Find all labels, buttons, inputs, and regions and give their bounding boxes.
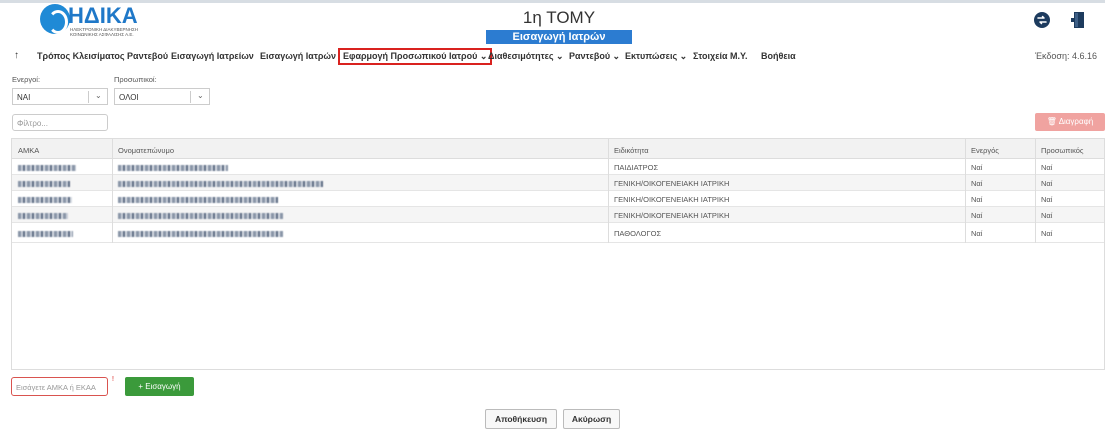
redacted-name xyxy=(118,213,283,220)
cancel-button[interactable]: Ακύρωση xyxy=(563,409,620,429)
cell-active: Ναί xyxy=(971,163,983,172)
active-select-value: ΝΑΙ xyxy=(17,93,31,102)
nav-item-prints[interactable]: Εκτυπώσεις ⌄ xyxy=(625,51,687,62)
nav-item-personal-doctor[interactable]: Εφαρμογή Προσωπικού Ιατρού ⌄ xyxy=(338,48,493,65)
nav-item-clinics[interactable]: Εισαγωγή Ιατρείων xyxy=(171,51,254,62)
table-row[interactable]: ΓΕΝΙΚΗ/ΟΙΚΟΓΕΝΕΙΑΚΗ ΙΑΤΡΙΚΗ Ναί Ναί xyxy=(12,175,1104,191)
personal-filter-label: Προσωπικοί: xyxy=(114,75,157,84)
cell-personal: Ναί xyxy=(1041,163,1053,172)
cell-personal: Ναί xyxy=(1041,179,1053,188)
cell-specialty: ΠΑΙΔΙΑΤΡΟΣ xyxy=(614,163,659,172)
active-filter-label: Ενεργοί: xyxy=(12,75,41,84)
redacted-amka xyxy=(18,165,76,172)
redacted-amka xyxy=(18,197,72,204)
header-name[interactable]: Ονοματεπώνυμο xyxy=(118,146,174,155)
page-subtitle: Εισαγωγή Ιατρών xyxy=(486,30,632,44)
cell-specialty: ΠΑΘΟΛΟΓΟΣ xyxy=(614,229,662,238)
required-mark: ! xyxy=(112,376,114,383)
switch-icon[interactable] xyxy=(1034,12,1050,33)
logo-text: ΗΔΙΚΑ xyxy=(68,3,138,28)
redacted-name xyxy=(118,231,283,238)
nav-item-availability[interactable]: Διαθεσιμότητες ⌄ xyxy=(488,51,564,62)
header-active[interactable]: Ενεργός xyxy=(971,146,999,155)
table-row[interactable]: ΓΕΝΙΚΗ/ΟΙΚΟΓΕΝΕΙΑΚΗ ΙΑΤΡΙΚΗ Ναί Ναί xyxy=(12,207,1104,223)
header-personal[interactable]: Προσωπικός xyxy=(1041,146,1084,155)
nav-item-help[interactable]: Βοήθεια xyxy=(761,51,796,62)
cell-specialty: ΓΕΝΙΚΗ/ΟΙΚΟΓΕΝΕΙΑΚΗ ΙΑΤΡΙΚΗ xyxy=(614,195,730,204)
add-button[interactable]: + Εισαγωγή xyxy=(125,377,194,396)
nav-item-appointments[interactable]: Ραντεβού ⌄ xyxy=(569,51,620,62)
doctors-table: ΑΜΚΑ Ονοματεπώνυμο Ειδικότητα Ενεργός Πρ… xyxy=(11,138,1105,370)
arrow-up-icon[interactable]: ↑ xyxy=(14,50,19,61)
cell-specialty: ΓΕΝΙΚΗ/ΟΙΚΟΓΕΝΕΙΑΚΗ ΙΑΤΡΙΚΗ xyxy=(614,211,730,220)
logo-icon xyxy=(40,4,70,34)
nav-item-unit-info[interactable]: Στοιχεία Μ.Υ. xyxy=(693,51,748,62)
chevron-down-icon: ⌄ xyxy=(197,91,204,100)
table-header: ΑΜΚΑ Ονοματεπώνυμο Ειδικότητα Ενεργός Πρ… xyxy=(12,139,1104,159)
save-button[interactable]: Αποθήκευση xyxy=(485,409,557,429)
cell-personal: Ναί xyxy=(1041,211,1053,220)
delete-button[interactable]: 🗑 Διαγραφή xyxy=(1035,113,1105,131)
redacted-amka xyxy=(18,213,68,220)
logo: ΗΔΙΚΑ ΗΛΕΚΤΡΟΝΙΚΗ ΔΙΑΚΥΒΕΡΝΗΣΗ ΚΟΙΝΩΝΙΚΗ… xyxy=(40,3,150,38)
redacted-amka xyxy=(18,231,73,238)
table-row[interactable]: ΠΑΙΔΙΑΤΡΟΣ Ναί Ναί xyxy=(12,159,1104,175)
page-header: 1η ΤΟΜΥ Εισαγωγή Ιατρών xyxy=(486,8,632,44)
cell-personal: Ναί xyxy=(1041,229,1053,238)
active-select[interactable]: ΝΑΙ ⌄ xyxy=(12,88,108,105)
redacted-name xyxy=(118,197,278,204)
nav-item-doctors[interactable]: Εισαγωγή Ιατρών xyxy=(260,51,336,62)
top-border xyxy=(0,0,1105,3)
redacted-name xyxy=(118,165,228,172)
header-amka[interactable]: ΑΜΚΑ xyxy=(18,146,39,155)
cell-active: Ναί xyxy=(971,195,983,204)
page-title: 1η ΤΟΜΥ xyxy=(522,8,596,27)
cell-specialty: ΓΕΝΙΚΗ/ΟΙΚΟΓΕΝΕΙΑΚΗ ΙΑΤΡΙΚΗ xyxy=(614,179,730,188)
amka-input[interactable]: Εισάγετε ΑΜΚΑ ή ΕΚΑΑ xyxy=(11,377,108,396)
cell-active: Ναί xyxy=(971,229,983,238)
cell-active: Ναί xyxy=(971,179,983,188)
version-label: Έκδοση: 4.6.16 xyxy=(1034,51,1097,61)
header-specialty[interactable]: Ειδικότητα xyxy=(614,146,649,155)
table-row[interactable]: ΠΑΘΟΛΟΓΟΣ Ναί Ναί xyxy=(12,223,1104,243)
main-nav: ↑ Τρόπος Κλεισίματος Ραντεβού Εισαγωγή Ι… xyxy=(0,47,1105,65)
filter-input[interactable]: Φίλτρο... xyxy=(12,114,108,131)
table-row[interactable]: ΓΕΝΙΚΗ/ΟΙΚΟΓΕΝΕΙΑΚΗ ΙΑΤΡΙΚΗ Ναί Ναί xyxy=(12,191,1104,207)
cell-active: Ναί xyxy=(971,211,983,220)
chevron-down-icon: ⌄ xyxy=(95,91,102,100)
cell-personal: Ναί xyxy=(1041,195,1053,204)
personal-select[interactable]: ΟΛΟΙ ⌄ xyxy=(114,88,210,105)
personal-select-value: ΟΛΟΙ xyxy=(119,93,139,102)
logout-icon[interactable] xyxy=(1071,11,1085,34)
logo-subtitle: ΗΛΕΚΤΡΟΝΙΚΗ ΔΙΑΚΥΒΕΡΝΗΣΗ ΚΟΙΝΩΝΙΚΗΣ ΑΣΦΑ… xyxy=(70,27,139,37)
redacted-amka xyxy=(18,181,70,188)
nav-item-appointment-closing[interactable]: Τρόπος Κλεισίματος Ραντεβού xyxy=(37,51,168,62)
redacted-name xyxy=(118,181,323,188)
